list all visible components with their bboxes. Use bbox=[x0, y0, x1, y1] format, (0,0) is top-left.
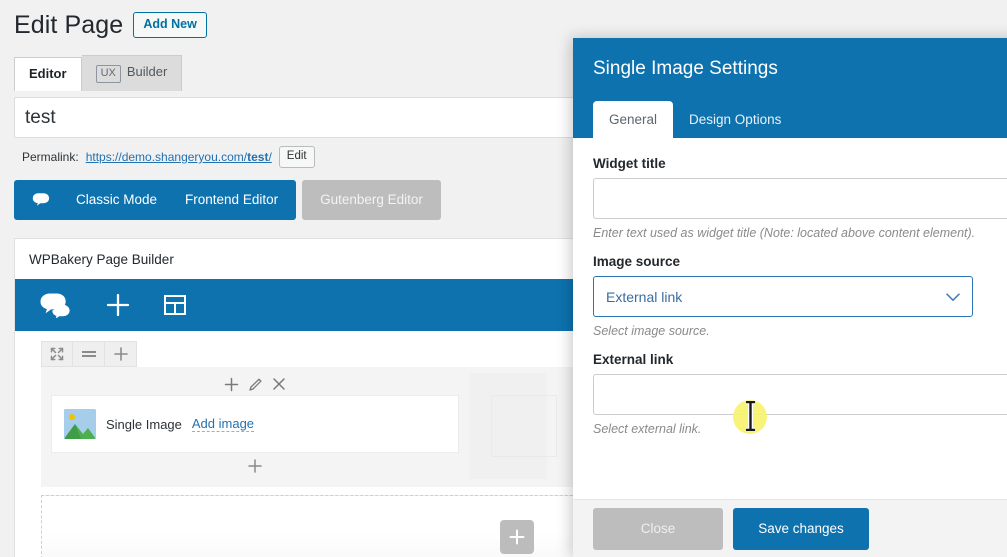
permalink-slug: test bbox=[247, 149, 269, 164]
page-header: Edit Page Add New bbox=[14, 12, 207, 38]
tab-ux-builder-label: Builder bbox=[126, 64, 168, 79]
close-button[interactable]: Close bbox=[593, 507, 723, 550]
permalink-edit-button[interactable]: Edit bbox=[278, 146, 315, 168]
delete-element-icon[interactable] bbox=[272, 377, 286, 391]
widget-title-description: Enter text used as widget title (Note: l… bbox=[593, 226, 976, 240]
add-element-icon[interactable] bbox=[105, 292, 131, 318]
modal-tabs: General Design Options bbox=[593, 101, 797, 138]
add-image-link[interactable]: Add image bbox=[191, 416, 255, 432]
external-link-description: Select external link. bbox=[593, 422, 702, 436]
drag-row-icon[interactable] bbox=[41, 341, 73, 367]
external-link-input[interactable] bbox=[593, 374, 1007, 415]
permalink-link[interactable]: https://demo.shangeryou.com/test/ bbox=[86, 150, 272, 164]
permalink-suffix: / bbox=[268, 149, 272, 164]
editor-mode-bar: Classic Mode Frontend Editor Gutenberg E… bbox=[14, 180, 441, 220]
wpbakery-logo-icon[interactable] bbox=[39, 292, 73, 318]
chevron-down-icon bbox=[946, 290, 960, 304]
add-element-icon[interactable] bbox=[224, 377, 239, 392]
templates-icon[interactable] bbox=[163, 293, 187, 317]
frontend-editor-button[interactable]: Frontend Editor bbox=[171, 180, 292, 220]
element-controls bbox=[51, 373, 459, 395]
external-link-label: External link bbox=[593, 352, 674, 367]
modal-footer: Close Save changes bbox=[573, 499, 1007, 557]
empty-column-placeholder bbox=[491, 395, 557, 457]
single-image-settings-modal: Single Image Settings General Design Opt… bbox=[573, 38, 1007, 557]
add-row-button[interactable] bbox=[500, 520, 534, 554]
widget-title-input[interactable] bbox=[593, 178, 1007, 219]
image-source-description: Select image source. bbox=[593, 324, 710, 338]
gutenberg-editor-button[interactable]: Gutenberg Editor bbox=[302, 180, 441, 220]
element-name-label: Single Image bbox=[106, 416, 182, 432]
modal-body: Widget title Enter text used as widget t… bbox=[573, 138, 1007, 499]
modal-title: Single Image Settings bbox=[593, 58, 778, 79]
single-image-element[interactable]: Single Image Add image bbox=[51, 395, 459, 453]
permalink-prefix: https://demo.shangeryou.com/ bbox=[85, 149, 248, 164]
modal-header: Single Image Settings General Design Opt… bbox=[573, 38, 1007, 138]
wpbakery-mode-group: Classic Mode Frontend Editor bbox=[14, 180, 297, 220]
add-new-button[interactable]: Add New bbox=[133, 12, 207, 38]
tab-editor[interactable]: Editor bbox=[14, 56, 82, 91]
classic-mode-button[interactable]: Classic Mode bbox=[62, 180, 171, 220]
builder-column-1: Single Image Add image bbox=[51, 373, 459, 479]
page-title: Edit Page bbox=[14, 10, 124, 39]
add-element-below-icon[interactable] bbox=[51, 453, 459, 479]
single-image-icon bbox=[64, 409, 96, 439]
tab-design-options[interactable]: Design Options bbox=[673, 101, 797, 138]
editor-tabs: Editor UX Builder bbox=[14, 55, 183, 91]
image-source-select[interactable]: External link bbox=[593, 276, 973, 317]
edit-element-icon[interactable] bbox=[248, 377, 263, 392]
save-changes-button[interactable]: Save changes bbox=[733, 507, 869, 550]
permalink-row: Permalink: https://demo.shangeryou.com/t… bbox=[22, 146, 315, 168]
row-layout-icon[interactable] bbox=[73, 341, 105, 367]
wpbakery-logo-icon bbox=[28, 192, 58, 209]
tab-general[interactable]: General bbox=[593, 101, 674, 138]
image-source-label: Image source bbox=[593, 254, 681, 269]
add-row-icon[interactable] bbox=[105, 341, 137, 367]
builder-column-2[interactable] bbox=[469, 373, 557, 479]
permalink-label: Permalink: bbox=[22, 149, 79, 164]
tab-editor-label: Editor bbox=[29, 65, 67, 81]
image-source-value: External link bbox=[606, 288, 683, 305]
screen-root: Edit Page Add New Editor UX Builder Perma… bbox=[0, 0, 1007, 557]
widget-title-label: Widget title bbox=[593, 156, 666, 171]
ux-badge: UX bbox=[95, 65, 121, 83]
tab-ux-builder[interactable]: UX Builder bbox=[81, 55, 183, 91]
